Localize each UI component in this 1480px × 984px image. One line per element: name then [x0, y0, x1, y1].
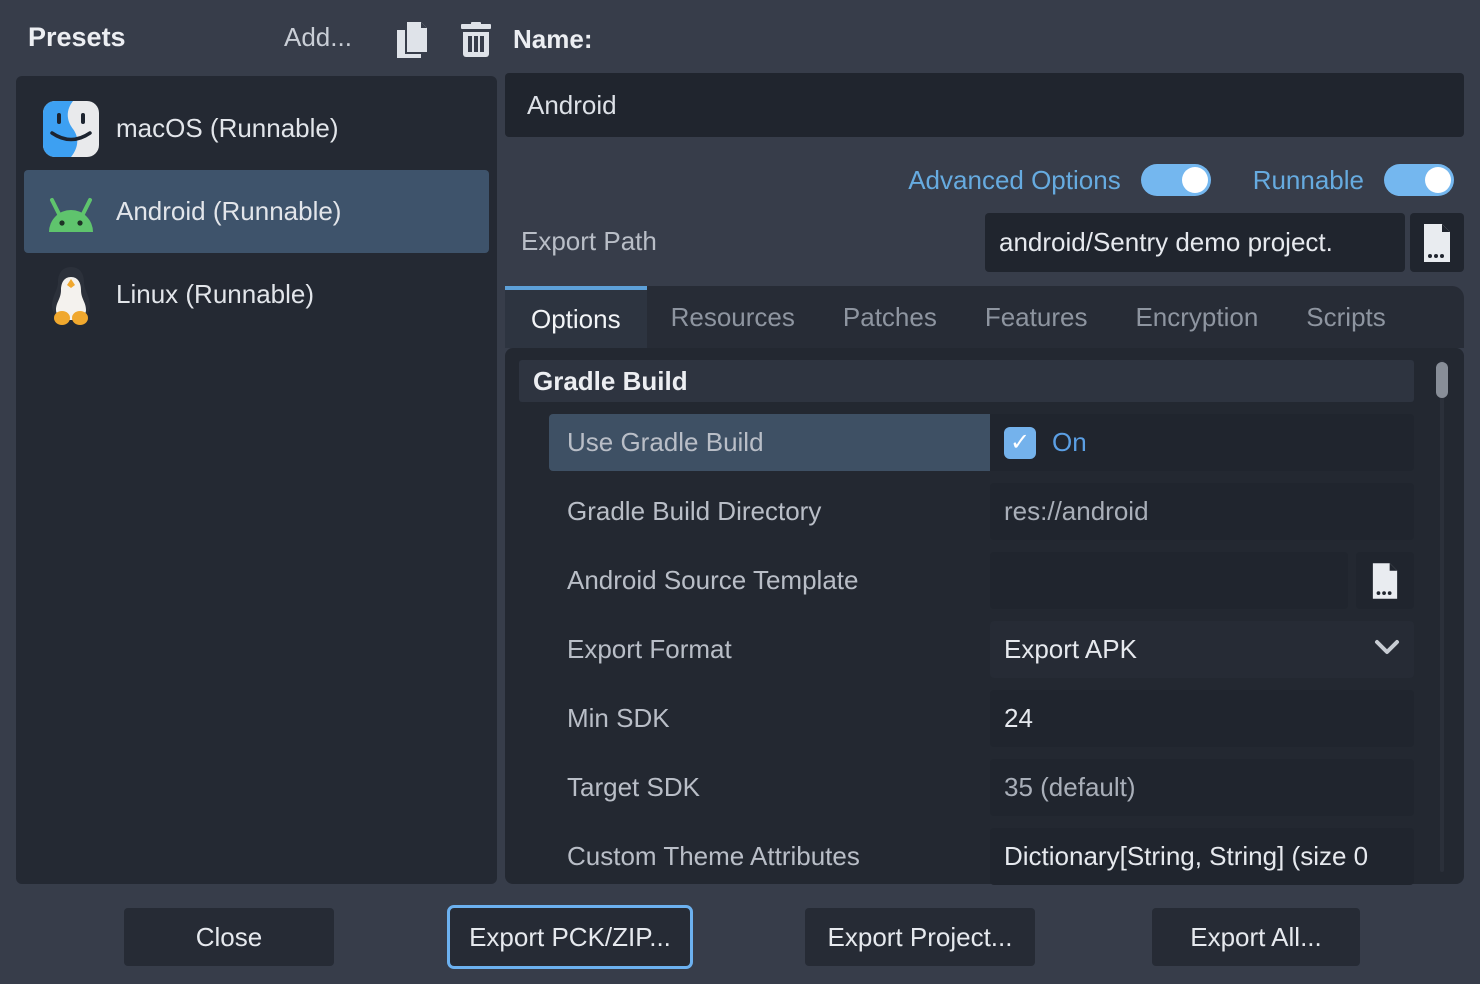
- toggle-knob: [1182, 167, 1208, 193]
- export-format-dropdown[interactable]: Export APK: [990, 621, 1414, 678]
- export-all-button[interactable]: Export All...: [1152, 908, 1360, 966]
- close-button[interactable]: Close: [124, 908, 334, 966]
- property-row-android-source-template: Android Source Template: [519, 552, 1414, 609]
- checkbox-state-label: On: [1052, 427, 1087, 458]
- property-label[interactable]: Custom Theme Attributes: [549, 828, 990, 885]
- tab-features[interactable]: Features: [961, 286, 1112, 348]
- options-properties-panel: Gradle Build Use Gradle Build ✓ On Gradl…: [505, 348, 1464, 884]
- property-row-gradle-build-directory: Gradle Build Directory res://android: [519, 483, 1414, 540]
- name-input[interactable]: [505, 73, 1464, 137]
- preset-item-label: Linux (Runnable): [116, 279, 314, 310]
- presets-title: Presets: [28, 22, 126, 52]
- name-label: Name:: [513, 24, 592, 55]
- property-label[interactable]: Min SDK: [549, 690, 990, 747]
- copy-icon: [395, 22, 429, 58]
- tab-encryption[interactable]: Encryption: [1111, 286, 1282, 348]
- options-scrollbar[interactable]: [1436, 360, 1448, 872]
- property-value-input[interactable]: [990, 552, 1348, 609]
- advanced-options-toggle[interactable]: [1141, 164, 1211, 196]
- tab-options[interactable]: Options: [505, 286, 647, 348]
- preset-item-label: macOS (Runnable): [116, 113, 339, 144]
- property-label[interactable]: Use Gradle Build: [549, 414, 990, 471]
- presets-header: Presets Add...: [28, 22, 498, 62]
- scrollbar-track: [1440, 360, 1444, 872]
- file-icon: [1371, 563, 1399, 599]
- export-path-label: Export Path: [521, 226, 657, 257]
- preset-item-macos[interactable]: macOS (Runnable): [24, 87, 489, 170]
- property-value: [990, 552, 1414, 609]
- property-label[interactable]: Target SDK: [549, 759, 990, 816]
- advanced-options-label: Advanced Options: [908, 165, 1120, 196]
- tab-resources[interactable]: Resources: [647, 286, 819, 348]
- template-browse-button[interactable]: [1356, 552, 1414, 609]
- export-path-input[interactable]: android/Sentry demo project.: [985, 213, 1405, 272]
- trash-icon: [459, 22, 493, 58]
- export-path-browse-button[interactable]: [1410, 213, 1464, 272]
- preset-item-android[interactable]: Android (Runnable): [24, 170, 489, 253]
- property-label[interactable]: Gradle Build Directory: [549, 483, 990, 540]
- export-options-tabbar: Options Resources Patches Features Encry…: [505, 286, 1464, 348]
- chevron-down-icon: [1374, 638, 1400, 656]
- macos-finder-icon: [42, 99, 100, 159]
- export-project-button[interactable]: Export Project...: [805, 908, 1035, 966]
- dropdown-selected-value: Export APK: [1004, 634, 1137, 665]
- toggle-knob: [1425, 167, 1451, 193]
- linux-tux-icon: [42, 265, 100, 325]
- preset-list: macOS (Runnable) Android (Runnable) Linu…: [16, 76, 497, 884]
- toggle-row: Advanced Options Runnable: [505, 158, 1464, 202]
- property-label[interactable]: Export Format: [549, 621, 990, 678]
- export-pck-zip-button[interactable]: Export PCK/ZIP...: [450, 908, 690, 966]
- property-value-input[interactable]: res://android: [990, 483, 1414, 540]
- preset-item-linux[interactable]: Linux (Runnable): [24, 253, 489, 336]
- android-icon: [42, 182, 100, 242]
- preset-item-label: Android (Runnable): [116, 196, 341, 227]
- property-row-use-gradle-build: Use Gradle Build ✓ On: [519, 414, 1414, 471]
- tab-scripts[interactable]: Scripts: [1282, 286, 1409, 348]
- runnable-toggle[interactable]: [1384, 164, 1454, 196]
- section-header-gradle-build[interactable]: Gradle Build: [519, 360, 1414, 402]
- property-value: ✓ On: [990, 414, 1414, 471]
- duplicate-preset-button[interactable]: [392, 20, 432, 60]
- property-row-custom-theme-attributes: Custom Theme Attributes Dictionary[Strin…: [519, 828, 1414, 885]
- property-value-input[interactable]: 35 (default): [990, 759, 1414, 816]
- property-value-input[interactable]: Dictionary[String, String] (size 0: [990, 828, 1414, 885]
- runnable-label: Runnable: [1253, 165, 1364, 196]
- scrollbar-thumb[interactable]: [1436, 362, 1448, 398]
- property-label[interactable]: Android Source Template: [549, 552, 990, 609]
- checkbox-checked-icon[interactable]: ✓: [1004, 427, 1036, 459]
- add-preset-button[interactable]: Add...: [284, 22, 352, 53]
- property-value-input[interactable]: 24: [990, 690, 1414, 747]
- property-row-target-sdk: Target SDK 35 (default): [519, 759, 1414, 816]
- delete-preset-button[interactable]: [456, 20, 496, 60]
- property-row-export-format: Export Format Export APK: [519, 621, 1414, 678]
- tab-patches[interactable]: Patches: [819, 286, 961, 348]
- property-row-min-sdk: Min SDK 24: [519, 690, 1414, 747]
- file-icon: [1422, 224, 1452, 262]
